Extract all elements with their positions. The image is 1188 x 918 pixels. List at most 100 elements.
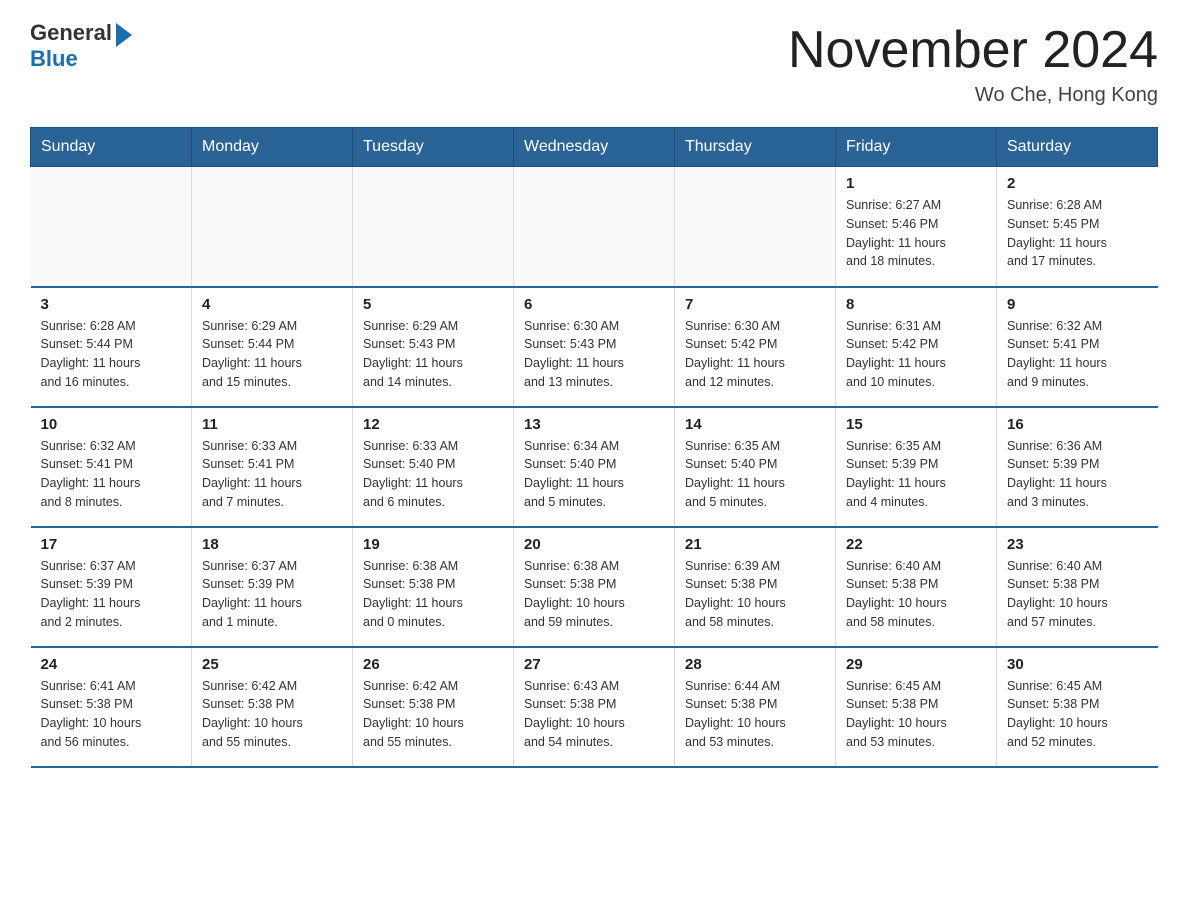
calendar-cell: 11 Sunrise: 6:33 AMSunset: 5:41 PMDayligh… — [192, 407, 353, 527]
calendar-cell — [675, 167, 836, 287]
day-info: Sunrise: 6:36 AMSunset: 5:39 PMDaylight:… — [1007, 437, 1148, 512]
calendar-cell: 3 Sunrise: 6:28 AMSunset: 5:44 PMDaylight… — [31, 287, 192, 407]
weekday-header-monday: Monday — [192, 128, 353, 167]
calendar-cell: 1 Sunrise: 6:27 AMSunset: 5:46 PMDaylight… — [836, 167, 997, 287]
week-row-2: 3 Sunrise: 6:28 AMSunset: 5:44 PMDaylight… — [31, 287, 1158, 407]
day-number: 2 — [1007, 175, 1148, 192]
logo: General Blue — [30, 20, 132, 72]
day-info: Sunrise: 6:29 AMSunset: 5:44 PMDaylight:… — [202, 317, 342, 392]
calendar-cell: 5 Sunrise: 6:29 AMSunset: 5:43 PMDaylight… — [353, 287, 514, 407]
calendar-cell: 9 Sunrise: 6:32 AMSunset: 5:41 PMDaylight… — [997, 287, 1158, 407]
day-number: 30 — [1007, 656, 1148, 673]
calendar-cell: 8Sunrise: 6:31 AMSunset: 5:42 PMDaylight… — [836, 287, 997, 407]
day-number: 13 — [524, 416, 664, 433]
calendar-cell: 12 Sunrise: 6:33 AMSunset: 5:40 PMDayligh… — [353, 407, 514, 527]
day-info: Sunrise: 6:32 AMSunset: 5:41 PMDaylight:… — [1007, 317, 1148, 392]
day-info: Sunrise: 6:30 AMSunset: 5:42 PMDaylight:… — [685, 317, 825, 392]
day-info: Sunrise: 6:42 AMSunset: 5:38 PMDaylight:… — [202, 677, 342, 752]
header: General Blue November 2024 Wo Che, Hong … — [30, 20, 1158, 107]
calendar-cell: 17 Sunrise: 6:37 AMSunset: 5:39 PMDayligh… — [31, 527, 192, 647]
day-number: 21 — [685, 536, 825, 553]
day-info: Sunrise: 6:31 AMSunset: 5:42 PMDaylight:… — [846, 317, 986, 392]
calendar-cell: 20 Sunrise: 6:38 AMSunset: 5:38 PMDayligh… — [514, 527, 675, 647]
calendar-cell — [514, 167, 675, 287]
weekday-header-friday: Friday — [836, 128, 997, 167]
calendar-cell — [192, 167, 353, 287]
day-number: 5 — [363, 296, 503, 313]
day-info: Sunrise: 6:30 AMSunset: 5:43 PMDaylight:… — [524, 317, 664, 392]
calendar-cell: 26 Sunrise: 6:42 AMSunset: 5:38 PMDayligh… — [353, 647, 514, 767]
weekday-header-sunday: Sunday — [31, 128, 192, 167]
calendar-cell: 18 Sunrise: 6:37 AMSunset: 5:39 PMDayligh… — [192, 527, 353, 647]
day-info: Sunrise: 6:41 AMSunset: 5:38 PMDaylight:… — [41, 677, 182, 752]
day-number: 11 — [202, 416, 342, 433]
day-number: 1 — [846, 175, 986, 192]
day-number: 28 — [685, 656, 825, 673]
day-number: 12 — [363, 416, 503, 433]
calendar-cell: 7 Sunrise: 6:30 AMSunset: 5:42 PMDaylight… — [675, 287, 836, 407]
weekday-header-thursday: Thursday — [675, 128, 836, 167]
day-info: Sunrise: 6:28 AMSunset: 5:44 PMDaylight:… — [41, 317, 182, 392]
calendar-cell: 16 Sunrise: 6:36 AMSunset: 5:39 PMDayligh… — [997, 407, 1158, 527]
calendar-table: SundayMondayTuesdayWednesdayThursdayFrid… — [30, 127, 1158, 768]
day-number: 22 — [846, 536, 986, 553]
calendar-cell: 19 Sunrise: 6:38 AMSunset: 5:38 PMDayligh… — [353, 527, 514, 647]
calendar-cell: 4Sunrise: 6:29 AMSunset: 5:44 PMDaylight… — [192, 287, 353, 407]
calendar-cell: 27 Sunrise: 6:43 AMSunset: 5:38 PMDayligh… — [514, 647, 675, 767]
day-number: 6 — [524, 296, 664, 313]
day-number: 23 — [1007, 536, 1148, 553]
day-info: Sunrise: 6:29 AMSunset: 5:43 PMDaylight:… — [363, 317, 503, 392]
day-number: 18 — [202, 536, 342, 553]
day-info: Sunrise: 6:39 AMSunset: 5:38 PMDaylight:… — [685, 557, 825, 632]
calendar-cell — [353, 167, 514, 287]
calendar-cell: 13 Sunrise: 6:34 AMSunset: 5:40 PMDayligh… — [514, 407, 675, 527]
day-info: Sunrise: 6:45 AMSunset: 5:38 PMDaylight:… — [1007, 677, 1148, 752]
day-number: 9 — [1007, 296, 1148, 313]
weekday-header-tuesday: Tuesday — [353, 128, 514, 167]
day-info: Sunrise: 6:43 AMSunset: 5:38 PMDaylight:… — [524, 677, 664, 752]
day-info: Sunrise: 6:34 AMSunset: 5:40 PMDaylight:… — [524, 437, 664, 512]
day-info: Sunrise: 6:33 AMSunset: 5:41 PMDaylight:… — [202, 437, 342, 512]
calendar-cell: 30 Sunrise: 6:45 AMSunset: 5:38 PMDayligh… — [997, 647, 1158, 767]
day-info: Sunrise: 6:28 AMSunset: 5:45 PMDaylight:… — [1007, 196, 1148, 271]
day-info: Sunrise: 6:35 AMSunset: 5:39 PMDaylight:… — [846, 437, 986, 512]
day-number: 19 — [363, 536, 503, 553]
weekday-header-wednesday: Wednesday — [514, 128, 675, 167]
calendar-cell: 29Sunrise: 6:45 AMSunset: 5:38 PMDayligh… — [836, 647, 997, 767]
day-number: 25 — [202, 656, 342, 673]
day-info: Sunrise: 6:42 AMSunset: 5:38 PMDaylight:… — [363, 677, 503, 752]
day-number: 20 — [524, 536, 664, 553]
logo-blue-text: Blue — [30, 46, 78, 72]
day-number: 27 — [524, 656, 664, 673]
calendar-cell: 2 Sunrise: 6:28 AMSunset: 5:45 PMDaylight… — [997, 167, 1158, 287]
day-number: 3 — [41, 296, 182, 313]
calendar-cell: 22 Sunrise: 6:40 AMSunset: 5:38 PMDayligh… — [836, 527, 997, 647]
day-info: Sunrise: 6:38 AMSunset: 5:38 PMDaylight:… — [363, 557, 503, 632]
day-info: Sunrise: 6:44 AMSunset: 5:38 PMDaylight:… — [685, 677, 825, 752]
calendar-cell: 10Sunrise: 6:32 AMSunset: 5:41 PMDayligh… — [31, 407, 192, 527]
calendar-cell: 28 Sunrise: 6:44 AMSunset: 5:38 PMDayligh… — [675, 647, 836, 767]
weekday-header-row: SundayMondayTuesdayWednesdayThursdayFrid… — [31, 128, 1158, 167]
title-area: November 2024 Wo Che, Hong Kong — [788, 20, 1158, 107]
day-info: Sunrise: 6:33 AMSunset: 5:40 PMDaylight:… — [363, 437, 503, 512]
weekday-header-saturday: Saturday — [997, 128, 1158, 167]
day-number: 17 — [41, 536, 182, 553]
day-info: Sunrise: 6:40 AMSunset: 5:38 PMDaylight:… — [1007, 557, 1148, 632]
day-number: 29 — [846, 656, 986, 673]
day-info: Sunrise: 6:27 AMSunset: 5:46 PMDaylight:… — [846, 196, 986, 271]
day-info: Sunrise: 6:35 AMSunset: 5:40 PMDaylight:… — [685, 437, 825, 512]
calendar-cell: 21 Sunrise: 6:39 AMSunset: 5:38 PMDayligh… — [675, 527, 836, 647]
logo-general-text: General — [30, 20, 112, 46]
day-number: 15 — [846, 416, 986, 433]
day-info: Sunrise: 6:37 AMSunset: 5:39 PMDaylight:… — [41, 557, 182, 632]
month-title: November 2024 — [788, 20, 1158, 80]
calendar-cell: 25 Sunrise: 6:42 AMSunset: 5:38 PMDayligh… — [192, 647, 353, 767]
day-number: 26 — [363, 656, 503, 673]
day-info: Sunrise: 6:38 AMSunset: 5:38 PMDaylight:… — [524, 557, 664, 632]
day-number: 7 — [685, 296, 825, 313]
calendar-cell: 23 Sunrise: 6:40 AMSunset: 5:38 PMDayligh… — [997, 527, 1158, 647]
day-info: Sunrise: 6:37 AMSunset: 5:39 PMDaylight:… — [202, 557, 342, 632]
day-info: Sunrise: 6:40 AMSunset: 5:38 PMDaylight:… — [846, 557, 986, 632]
day-number: 16 — [1007, 416, 1148, 433]
day-info: Sunrise: 6:32 AMSunset: 5:41 PMDaylight:… — [41, 437, 182, 512]
